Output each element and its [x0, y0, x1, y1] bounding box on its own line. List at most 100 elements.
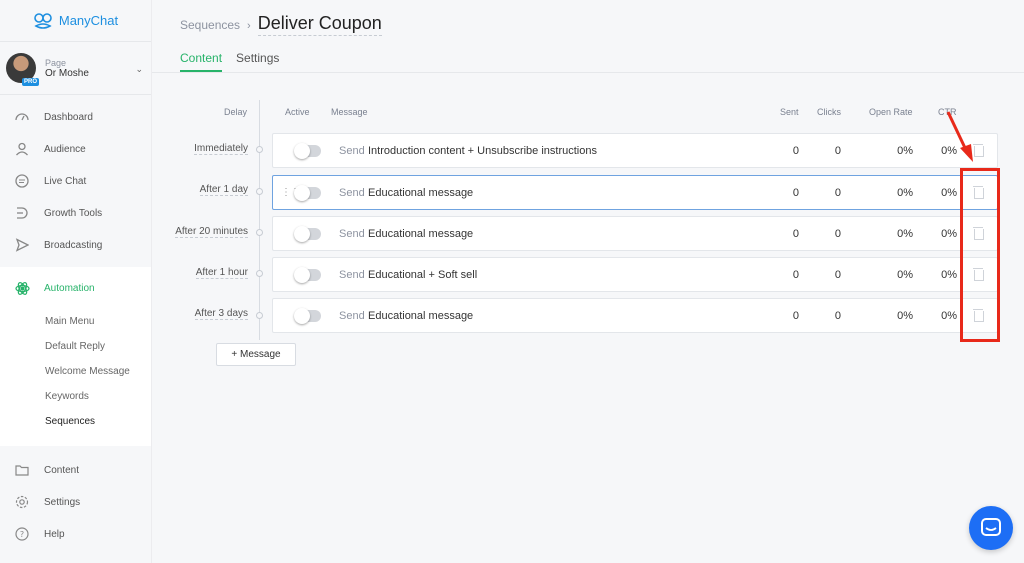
- delay-label[interactable]: After 1 day: [199, 184, 248, 196]
- tab-settings[interactable]: Settings: [236, 51, 279, 72]
- col-sent: Sent: [780, 107, 799, 117]
- nav-live-chat[interactable]: Live Chat: [0, 165, 151, 197]
- main-nav: Dashboard Audience Live Chat Growth Tool…: [0, 95, 151, 550]
- subnav-welcome-message[interactable]: Welcome Message: [0, 359, 151, 384]
- nav-audience-label: Audience: [44, 143, 86, 155]
- nav-broadcasting[interactable]: Broadcasting: [0, 229, 151, 261]
- active-toggle[interactable]: [294, 307, 321, 324]
- sent-value: 0: [792, 227, 799, 240]
- chat-icon: [14, 173, 30, 189]
- open-rate-value: 0%: [897, 268, 913, 281]
- page-switcher[interactable]: PRO Page Or Moshe ⌄: [0, 42, 151, 95]
- timeline-dot: [256, 146, 263, 153]
- delay-label[interactable]: Immediately: [194, 143, 248, 155]
- nav-dashboard[interactable]: Dashboard: [0, 101, 151, 133]
- nav-growth-tools-label: Growth Tools: [44, 207, 103, 219]
- sequence-row[interactable]: Send Educational + Soft sell 0 0 0% 0%: [272, 257, 998, 292]
- open-rate-value: 0%: [897, 186, 913, 199]
- ctr-value: 0%: [941, 268, 957, 281]
- send-icon: [14, 237, 30, 253]
- subnav-default-reply[interactable]: Default Reply: [0, 334, 151, 359]
- message-title[interactable]: Educational message: [368, 228, 473, 240]
- subnav-keywords[interactable]: Keywords: [0, 384, 151, 409]
- col-active: Active: [285, 107, 310, 117]
- main-content: Sequences › Deliver Coupon Content Setti…: [152, 0, 1024, 563]
- sequence-row[interactable]: Send Educational message 0 0 0% 0%: [272, 216, 998, 251]
- clicks-value: 0: [834, 268, 841, 281]
- nav-broadcasting-label: Broadcasting: [44, 239, 103, 251]
- nav-help[interactable]: ? Help: [0, 518, 151, 550]
- chevron-right-icon: ›: [247, 20, 251, 32]
- sequence-row[interactable]: Send Introduction content + Unsubscribe …: [272, 133, 998, 168]
- timeline-line: [259, 100, 260, 340]
- logo[interactable]: ManyChat: [0, 0, 151, 42]
- col-clicks: Clicks: [817, 107, 841, 117]
- pro-badge: PRO: [22, 78, 40, 86]
- active-toggle[interactable]: [294, 184, 321, 201]
- nav-content-label: Content: [44, 464, 80, 476]
- ctr-value: 0%: [941, 186, 957, 199]
- page-title[interactable]: Deliver Coupon: [257, 13, 382, 36]
- send-label: Send: [339, 309, 365, 322]
- nav-content[interactable]: Content: [0, 454, 151, 486]
- clicks-value: 0: [834, 227, 841, 240]
- active-toggle[interactable]: [294, 142, 321, 159]
- timeline-dot: [256, 270, 263, 277]
- nav-help-label: Help: [44, 528, 65, 540]
- message-title[interactable]: Educational message: [368, 187, 473, 199]
- user-icon: [14, 141, 30, 157]
- message-title[interactable]: Introduction content + Unsubscribe instr…: [368, 145, 597, 157]
- timeline-dot: [256, 229, 263, 236]
- sequence-row[interactable]: Send Educational message 0 0 0% 0%: [272, 298, 998, 333]
- delay-label[interactable]: After 3 days: [194, 308, 248, 320]
- active-toggle[interactable]: [294, 266, 321, 283]
- growth-icon: [14, 205, 30, 221]
- nav-dashboard-label: Dashboard: [44, 111, 93, 123]
- nav-automation-label: Automation: [44, 282, 95, 294]
- ctr-value: 0%: [941, 309, 957, 322]
- delay-label[interactable]: After 1 hour: [195, 267, 248, 279]
- sequence-row[interactable]: ⋮⋮ Send Educational message 0 0 0% 0%: [272, 175, 998, 210]
- message-title[interactable]: Educational + Soft sell: [368, 269, 477, 281]
- col-message: Message: [331, 107, 368, 117]
- send-label: Send: [339, 186, 365, 199]
- timeline-dot: [256, 312, 263, 319]
- page-label: Page: [45, 57, 67, 68]
- nav-automation[interactable]: Automation: [0, 267, 151, 309]
- timeline-dot: [256, 188, 263, 195]
- send-label: Send: [339, 227, 365, 240]
- active-toggle[interactable]: [294, 225, 321, 242]
- delay-label[interactable]: After 20 minutes: [175, 226, 248, 238]
- add-message-button[interactable]: + Message: [216, 343, 296, 366]
- support-chat-button[interactable]: [969, 506, 1013, 550]
- send-label: Send: [339, 144, 365, 157]
- page-header: Sequences › Deliver Coupon Content Setti…: [152, 0, 1024, 73]
- logo-text: ManyChat: [58, 13, 119, 28]
- breadcrumb-sequences[interactable]: Sequences: [180, 18, 240, 32]
- col-delay: Delay: [224, 107, 248, 117]
- folder-icon: [14, 462, 30, 478]
- sent-value: 0: [792, 268, 799, 281]
- automation-icon: [14, 280, 30, 296]
- open-rate-value: 0%: [897, 144, 913, 157]
- annotation-highlight-box: [960, 168, 1000, 342]
- manychat-logo-icon: [34, 12, 52, 29]
- nav-settings[interactable]: Settings: [0, 486, 151, 518]
- sidebar: ManyChat PRO Page Or Moshe ⌄ Dashboard A…: [0, 0, 152, 563]
- subnav-main-menu[interactable]: Main Menu: [0, 309, 151, 334]
- chat-bubble-icon: [981, 518, 1001, 536]
- avatar: PRO: [6, 53, 40, 86]
- tab-content[interactable]: Content: [180, 51, 223, 72]
- help-icon: ?: [14, 526, 30, 542]
- breadcrumb: Sequences › Deliver Coupon: [180, 13, 382, 36]
- nav-audience[interactable]: Audience: [0, 133, 151, 165]
- message-title[interactable]: Educational message: [368, 310, 473, 322]
- nav-growth-tools[interactable]: Growth Tools: [0, 197, 151, 229]
- subnav-sequences[interactable]: Sequences: [0, 409, 151, 434]
- col-open-rate: Open Rate: [869, 107, 913, 117]
- clicks-value: 0: [834, 144, 841, 157]
- ctr-value: 0%: [941, 227, 957, 240]
- nav-live-chat-label: Live Chat: [44, 175, 87, 187]
- chevron-down-icon[interactable]: ⌄: [135, 64, 143, 75]
- tabs: Content Settings: [180, 51, 279, 72]
